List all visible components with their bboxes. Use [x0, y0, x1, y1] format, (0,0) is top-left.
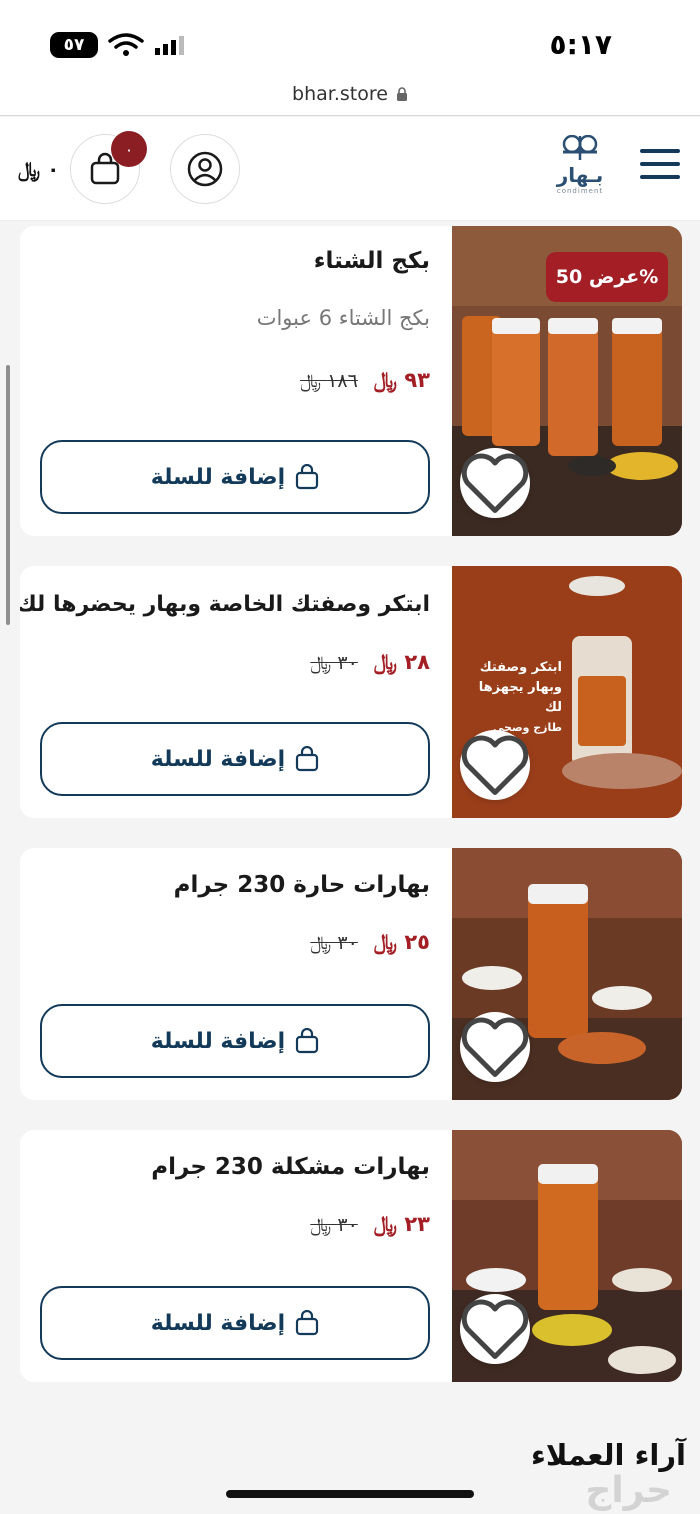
add-to-cart-label: إضافة للسلة — [150, 464, 286, 490]
favorite-button[interactable] — [460, 448, 530, 518]
image-caption-line: ابتكر وصفتك — [479, 660, 562, 675]
heart-icon — [461, 735, 529, 795]
product-name[interactable]: بكج الشتاء — [314, 248, 430, 274]
price-current: ٢٨ ﷼ — [373, 650, 430, 674]
scrollbar[interactable] — [6, 365, 10, 625]
bag-icon — [296, 1028, 319, 1054]
clock: ٥:١٧ — [549, 28, 612, 61]
heart-icon — [461, 1299, 529, 1359]
price-current: ٢٣ ﷼ — [373, 1212, 430, 1236]
price-row: ٢٨ ﷼ ٣٠ ﷼ — [310, 650, 430, 675]
cart-total: ٠ ﷼ — [18, 157, 60, 181]
product-description: بكج الشتاء 6 عبوات — [256, 306, 430, 330]
home-indicator[interactable] — [226, 1490, 474, 1498]
logo-text: بـهار — [556, 163, 604, 187]
add-to-cart-button[interactable]: إضافة للسلة — [40, 1286, 430, 1360]
product-image[interactable]: ابتكر وصفتك وبهار يجهزها لك طازج وصحي — [452, 566, 682, 818]
add-to-cart-label: إضافة للسلة — [150, 1310, 286, 1336]
price-current: ٩٣ ﷼ — [373, 368, 430, 392]
image-caption-line: وبهار يجهزها لك — [478, 680, 562, 715]
heart-icon — [461, 453, 529, 513]
menu-icon[interactable] — [640, 149, 680, 185]
add-to-cart-button[interactable]: إضافة للسلة — [40, 1004, 430, 1078]
product-card[interactable]: عرض 50% بكج الشتاء بكج الشتاء 6 عبوات ٩٣… — [20, 226, 682, 536]
add-to-cart-button[interactable]: إضافة للسلة — [40, 722, 430, 796]
image-caption: ابتكر وصفتك وبهار يجهزها لك طازج وصحي — [462, 658, 562, 738]
price-row: ٢٥ ﷼ ٣٠ ﷼ — [310, 930, 430, 955]
add-to-cart-label: إضافة للسلة — [150, 1028, 286, 1054]
battery-level: ٥٧ — [63, 35, 85, 55]
logo-mark — [562, 134, 598, 160]
product-name[interactable]: ابتكر وصفتك الخاصة وبهار يحضرها لك — [20, 592, 430, 617]
site-header: بـهار condiment ٠ ٠ ﷼ — [0, 117, 700, 221]
bag-icon — [296, 746, 319, 772]
address-bar[interactable]: bhar.store — [0, 72, 700, 116]
watermark: حراج — [585, 1470, 672, 1511]
price-original: ٣٠ ﷼ — [310, 651, 358, 674]
battery-indicator: ٥٧ — [50, 32, 98, 58]
price-original: ١٨٦ ﷼ — [300, 369, 358, 392]
site-logo[interactable]: بـهار condiment — [548, 134, 612, 205]
favorite-button[interactable] — [460, 730, 530, 800]
product-card[interactable]: بهارات حارة 230 جرام ٢٥ ﷼ ٣٠ ﷼ إضافة للس… — [20, 848, 682, 1100]
favorite-button[interactable] — [460, 1012, 530, 1082]
url-text: bhar.store — [292, 82, 388, 105]
favorite-button[interactable] — [460, 1294, 530, 1364]
product-name[interactable]: بهارات حارة 230 جرام — [174, 872, 430, 898]
product-card[interactable]: بهارات مشكلة 230 جرام ٢٣ ﷼ ٣٠ ﷼ إضافة لل… — [20, 1130, 682, 1382]
cart-count-badge: ٠ — [111, 131, 147, 167]
product-image[interactable] — [452, 848, 682, 1100]
product-card[interactable]: ابتكر وصفتك وبهار يجهزها لك طازج وصحي اب… — [20, 566, 682, 818]
product-name[interactable]: بهارات مشكلة 230 جرام — [151, 1154, 430, 1180]
product-image[interactable] — [452, 1130, 682, 1382]
wifi-icon — [108, 33, 144, 56]
status-bar: ٥٧ ٥:١٧ — [0, 0, 700, 72]
add-to-cart-label: إضافة للسلة — [150, 746, 286, 772]
price-original: ٣٠ ﷼ — [310, 931, 358, 954]
lock-icon — [396, 86, 407, 101]
price-row: ٢٣ ﷼ ٣٠ ﷼ — [310, 1212, 430, 1237]
logo-subtext: condiment — [556, 187, 604, 195]
cart-button[interactable]: ٠ — [70, 131, 147, 204]
price-original: ٣٠ ﷼ — [310, 1213, 358, 1236]
account-button[interactable] — [170, 134, 240, 204]
price-row: ٩٣ ﷼ ١٨٦ ﷼ — [300, 368, 430, 393]
add-to-cart-button[interactable]: إضافة للسلة — [40, 440, 430, 514]
bag-icon — [296, 464, 319, 490]
product-image[interactable]: عرض 50% — [452, 226, 682, 536]
offer-badge: عرض 50% — [546, 252, 668, 302]
section-title-reviews: آراء العملاء — [531, 1438, 686, 1472]
user-icon — [187, 151, 223, 187]
signal-icon — [155, 36, 184, 55]
heart-icon — [461, 1017, 529, 1077]
bag-icon — [296, 1310, 319, 1336]
price-current: ٢٥ ﷼ — [373, 930, 430, 954]
